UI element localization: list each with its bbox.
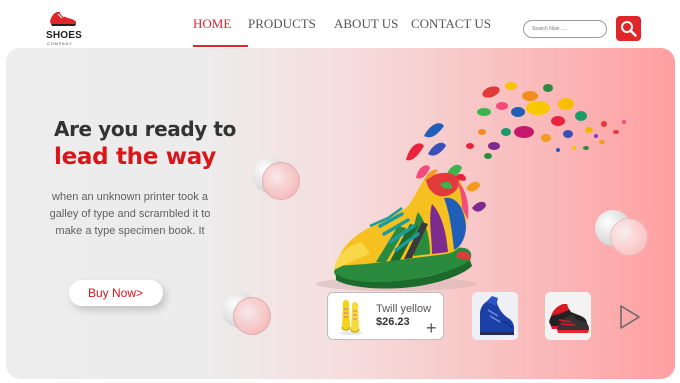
search-button[interactable] [616,16,641,41]
decorative-bubble [262,162,300,200]
nav-about-us[interactable]: ABOUT US [334,16,398,32]
red-sneaker-icon [549,304,589,333]
product-thumbnail-blue[interactable] [472,292,518,340]
buy-now-button[interactable]: Buy Now > [69,280,163,306]
search-input[interactable] [523,20,607,38]
buy-now-label: Buy Now [88,286,137,300]
nav-contact-us[interactable]: CONTACT US [411,16,491,32]
chevron-right-icon: > [136,286,144,300]
blue-high-top-sneaker-icon [480,296,514,335]
product-thumbnail-red[interactable] [545,292,591,340]
nav-home[interactable]: HOME [193,16,231,32]
play-arrow-icon[interactable] [618,304,642,330]
site-header: SHOES COMPANY HOME PRODUCTS ABOUT US CON… [0,0,680,48]
brand-subtitle: COMPANY [47,41,73,46]
yellow-sneaker-icon [340,300,362,335]
decorative-bubble [610,218,648,256]
nav-products[interactable]: PRODUCTS [248,16,316,32]
featured-product-card[interactable]: Twill yellow $26.23 + [327,292,444,340]
product-price: $26.23 [376,316,410,328]
product-name: Twill yellow [376,303,432,315]
hero-sneaker-illustration [316,82,626,291]
hero-headline-accent: lead the way [54,144,216,170]
hero-headline: Are you ready to [54,117,236,141]
hero-description: when an unknown printer took a galley of… [49,191,211,237]
search-icon [621,21,637,37]
decorative-bubble [233,297,271,335]
active-nav-indicator [193,45,248,47]
add-to-cart-icon[interactable]: + [426,319,437,337]
